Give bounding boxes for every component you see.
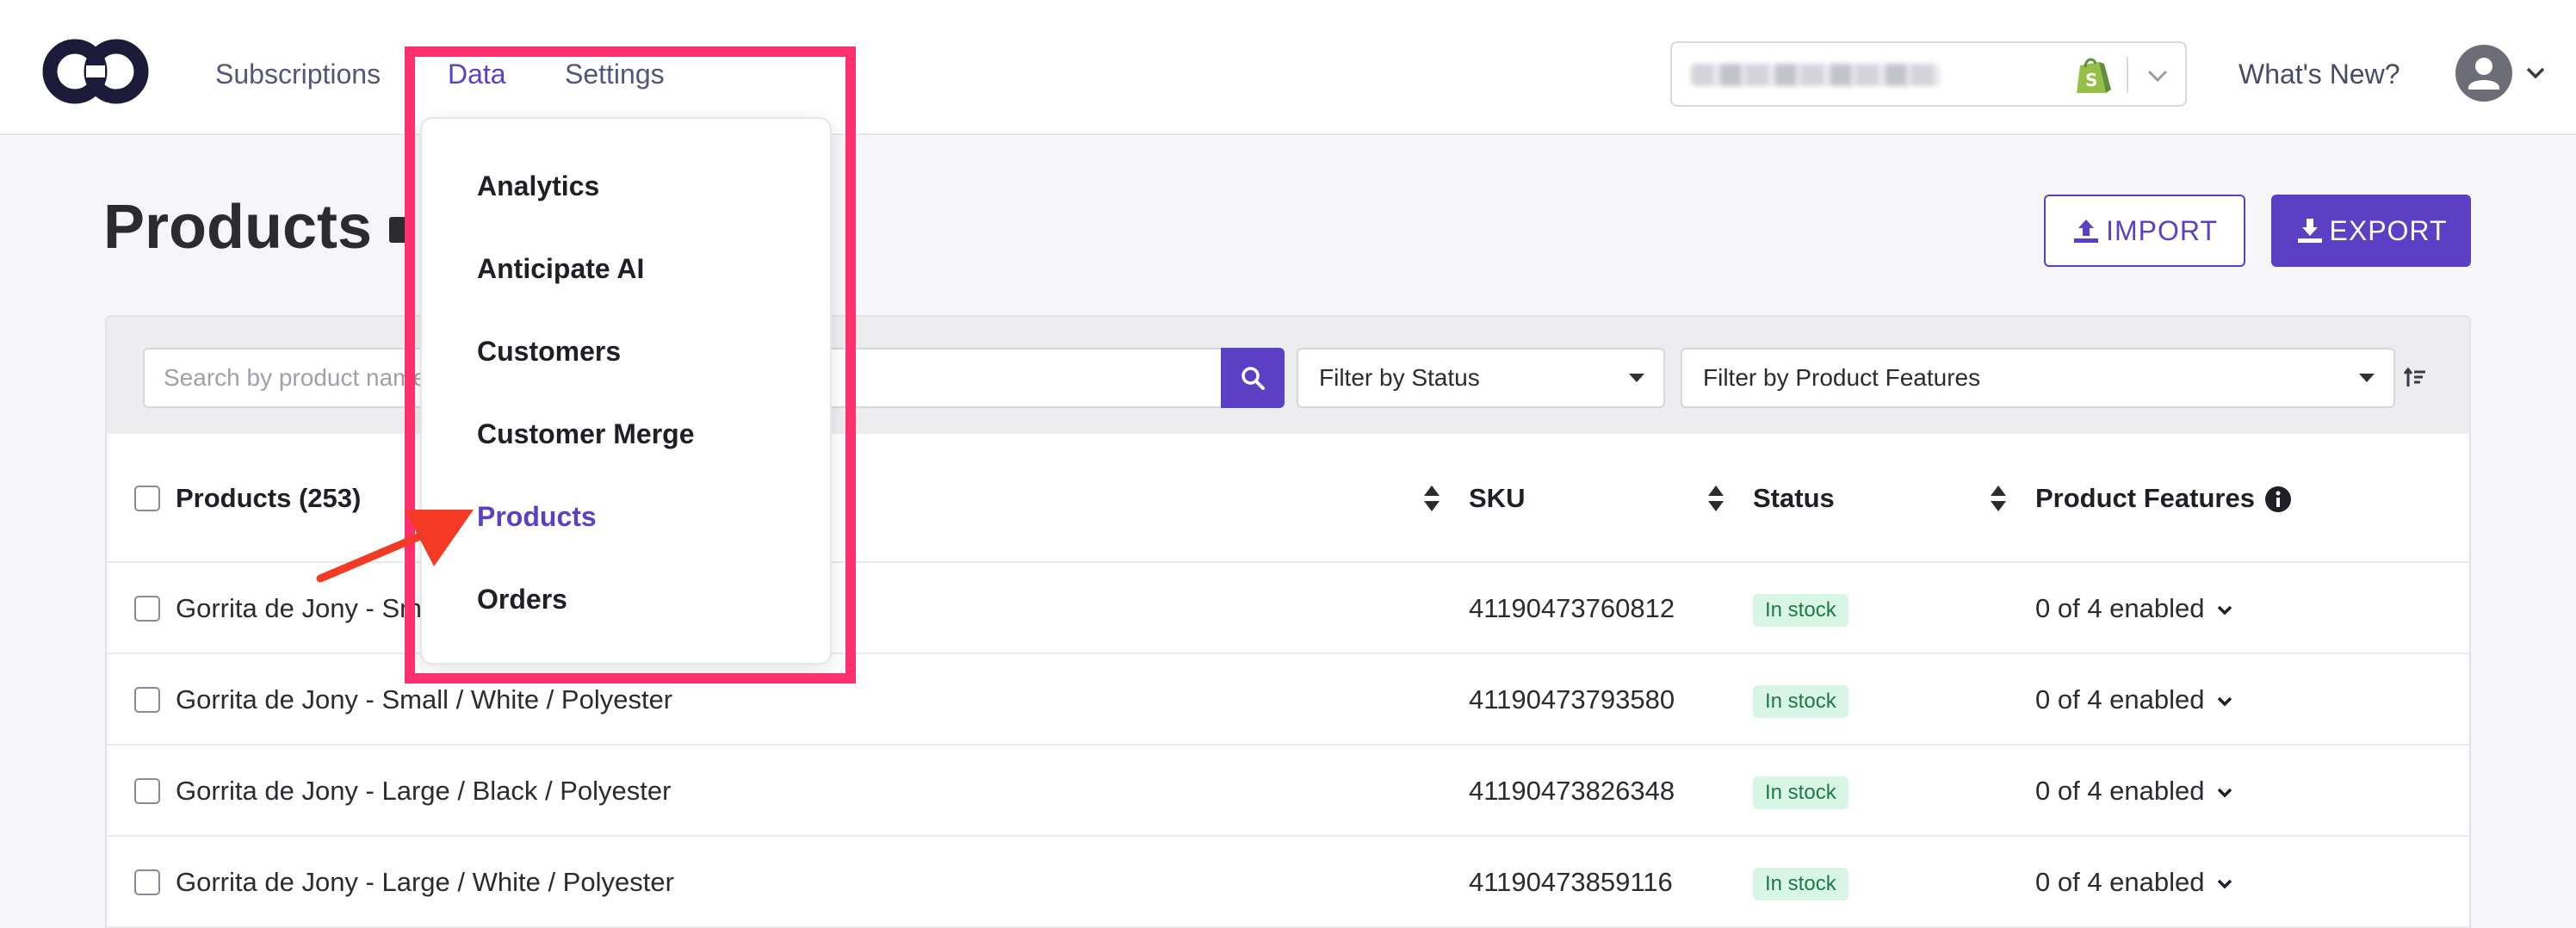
- caret-down-icon: [1629, 374, 1644, 382]
- header-products: Products (253): [176, 483, 362, 513]
- import-label: IMPORT: [2106, 214, 2218, 246]
- info-icon[interactable]: [2264, 486, 2292, 513]
- store-selector[interactable]: S: [1670, 41, 2187, 107]
- status-badge: In stock: [1753, 685, 1848, 718]
- top-nav-bar: Subscriptions Data Settings S What's New…: [0, 0, 2576, 135]
- features-count: 0 of 4 enabled: [2035, 776, 2205, 806]
- export-label: EXPORT: [2329, 214, 2448, 246]
- upload-icon: [2074, 220, 2099, 243]
- sort-arrows-icon[interactable]: [1422, 484, 1441, 513]
- header-product-features: Product Features: [2035, 483, 2255, 513]
- status-filter-label: Filter by Status: [1319, 364, 1480, 391]
- page-title: Products: [103, 193, 373, 262]
- chevron-down-icon: [2217, 696, 2232, 707]
- status-badge: In stock: [1753, 594, 1848, 627]
- table-row[interactable]: Gorrita de Jony - Large / White / Polyes…: [107, 837, 2469, 928]
- features-toggle[interactable]: 0 of 4 enabled: [2035, 684, 2236, 716]
- header-status: Status: [1753, 483, 1835, 513]
- sort-arrows-icon[interactable]: [1989, 484, 2008, 513]
- nav-settings[interactable]: Settings: [565, 57, 665, 91]
- chevron-down-icon[interactable]: [2523, 60, 2548, 86]
- nav-subscriptions[interactable]: Subscriptions: [215, 57, 381, 91]
- features-count: 0 of 4 enabled: [2035, 593, 2205, 623]
- product-sku: 41190473760812: [1469, 593, 1675, 623]
- table-row[interactable]: Gorrita de Jony - Small / White / Polyes…: [107, 654, 2469, 745]
- app-logo-icon[interactable]: [40, 36, 152, 107]
- product-name[interactable]: Gorrita de Jony - Small / White / Polyes…: [176, 684, 672, 716]
- menu-item-products[interactable]: Products: [477, 499, 597, 534]
- whats-new-link[interactable]: What's New?: [2239, 57, 2400, 91]
- features-toggle[interactable]: 0 of 4 enabled: [2035, 592, 2236, 625]
- features-filter-label: Filter by Product Features: [1703, 364, 1981, 391]
- product-name[interactable]: Gorrita de Jony - Large / White / Polyes…: [176, 866, 674, 899]
- row-checkbox[interactable]: [134, 778, 160, 804]
- svg-text:S: S: [2085, 70, 2097, 90]
- table-row[interactable]: Gorrita de Jony - Large / Black / Polyes…: [107, 745, 2469, 837]
- chevron-down-icon[interactable]: [2142, 60, 2173, 91]
- features-filter[interactable]: Filter by Product Features: [1681, 348, 2395, 408]
- features-toggle[interactable]: 0 of 4 enabled: [2035, 866, 2236, 899]
- page-title-icon: [389, 217, 415, 243]
- store-divider: [2127, 57, 2128, 93]
- chevron-down-icon: [2217, 605, 2232, 616]
- export-button[interactable]: EXPORT: [2271, 195, 2471, 267]
- status-filter[interactable]: Filter by Status: [1297, 348, 1665, 408]
- row-checkbox[interactable]: [134, 596, 160, 622]
- row-checkbox[interactable]: [134, 687, 160, 713]
- sort-icon[interactable]: [2402, 365, 2428, 391]
- menu-item-customers[interactable]: Customers: [477, 334, 621, 368]
- search-icon: [1242, 367, 1265, 390]
- menu-item-orders[interactable]: Orders: [477, 582, 567, 616]
- import-button[interactable]: IMPORT: [2044, 195, 2245, 267]
- chevron-down-icon: [2217, 879, 2232, 889]
- product-name[interactable]: Gorrita de Jony - Large / Black / Polyes…: [176, 775, 671, 807]
- chevron-down-icon: [2217, 788, 2232, 798]
- avatar[interactable]: [2455, 45, 2512, 102]
- user-icon: [2468, 58, 2499, 90]
- download-icon: [2297, 219, 2322, 243]
- product-sku: 41190473793580: [1469, 684, 1675, 715]
- data-dropdown-menu: Analytics Anticipate AI Customers Custom…: [420, 117, 832, 665]
- product-sku: 41190473859116: [1469, 867, 1673, 897]
- nav-data[interactable]: Data: [448, 57, 506, 91]
- features-toggle[interactable]: 0 of 4 enabled: [2035, 775, 2236, 807]
- header-sku: SKU: [1469, 483, 1526, 513]
- product-sku: 41190473826348: [1469, 776, 1675, 806]
- select-all-checkbox[interactable]: [134, 486, 160, 511]
- caret-down-icon: [2359, 374, 2375, 382]
- store-name-blurred: [1691, 64, 1941, 86]
- search-button[interactable]: [1221, 348, 1285, 408]
- features-count: 0 of 4 enabled: [2035, 684, 2205, 715]
- status-badge: In stock: [1753, 868, 1848, 900]
- row-checkbox[interactable]: [134, 869, 160, 895]
- menu-item-customer-merge[interactable]: Customer Merge: [477, 417, 695, 451]
- features-count: 0 of 4 enabled: [2035, 867, 2205, 897]
- sort-arrows-icon[interactable]: [1706, 484, 1725, 513]
- shopify-icon: S: [2077, 58, 2111, 93]
- menu-item-analytics[interactable]: Analytics: [477, 169, 599, 203]
- status-badge: In stock: [1753, 776, 1848, 809]
- menu-item-anticipate-ai[interactable]: Anticipate AI: [477, 251, 644, 286]
